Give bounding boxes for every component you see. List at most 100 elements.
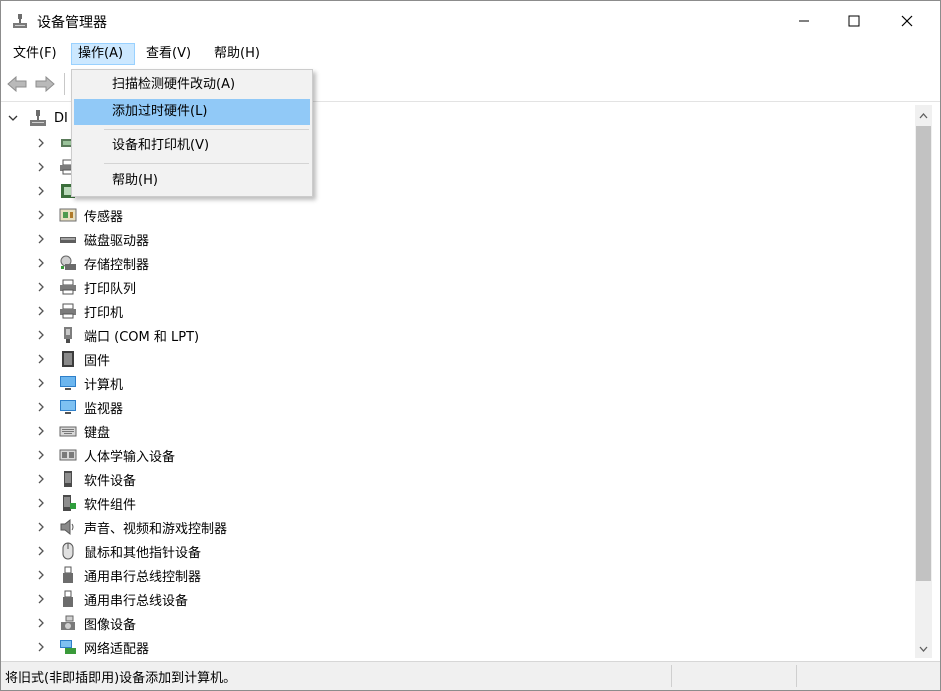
tree-item[interactable]: 磁盘驱动器 xyxy=(33,227,149,251)
chevron-right-icon[interactable] xyxy=(33,447,49,463)
menu-file[interactable]: 文件(F) xyxy=(7,43,63,65)
menu-view[interactable]: 查看(V) xyxy=(140,43,197,65)
chevron-right-icon[interactable] xyxy=(33,183,49,199)
menu-bar: 文件(F) 操作(A) 查看(V) 帮助(H) xyxy=(1,41,940,67)
chevron-right-icon[interactable] xyxy=(33,327,49,343)
tree-item-label: 鼠标和其他指针设备 xyxy=(84,542,201,561)
chevron-right-icon[interactable] xyxy=(33,543,49,559)
tree-item[interactable]: 打印机 xyxy=(33,299,123,323)
vertical-scrollbar[interactable] xyxy=(915,105,932,658)
software-device-icon xyxy=(59,470,77,488)
title-bar: 设备管理器 xyxy=(1,1,940,41)
tree-item-label: 存储控制器 xyxy=(84,254,149,273)
back-arrow-icon xyxy=(7,76,27,92)
print-queue-icon xyxy=(59,278,77,296)
tree-item[interactable]: 软件组件 xyxy=(33,491,136,515)
chevron-right-icon[interactable] xyxy=(33,231,49,247)
tree-item[interactable]: 存储控制器 xyxy=(33,251,149,275)
tree-item[interactable]: 声音、视频和游戏控制器 xyxy=(33,515,227,539)
scroll-down-icon xyxy=(919,646,928,652)
chevron-right-icon[interactable] xyxy=(33,279,49,295)
maximize-button[interactable] xyxy=(831,1,877,41)
tree-item[interactable]: 监视器 xyxy=(33,395,123,419)
forward-arrow-icon xyxy=(35,76,55,92)
hid-icon xyxy=(59,446,77,464)
back-button[interactable] xyxy=(6,73,28,95)
tree-item[interactable]: 固件 xyxy=(33,347,110,371)
chevron-right-icon[interactable] xyxy=(33,639,49,655)
status-divider xyxy=(796,665,797,687)
monitor-icon xyxy=(59,398,77,416)
tree-item[interactable]: 人体学输入设备 xyxy=(33,443,175,467)
chevron-right-icon[interactable] xyxy=(33,591,49,607)
tree-item-label: 打印机 xyxy=(84,302,123,321)
tree-item-label: 键盘 xyxy=(84,422,110,441)
tree-root-computer[interactable]: DI xyxy=(5,107,68,129)
chevron-right-icon[interactable] xyxy=(33,567,49,583)
device-manager-window: 设备管理器 文件(F) 操作(A) 查看(V) 帮助(H) xyxy=(0,0,941,691)
tree-item[interactable]: 通用串行总线控制器 xyxy=(33,563,201,587)
chevron-right-icon[interactable] xyxy=(33,471,49,487)
chevron-right-icon[interactable] xyxy=(33,615,49,631)
menu-help[interactable]: 帮助(H) xyxy=(208,43,266,65)
tree-item[interactable]: 传感器 xyxy=(33,203,123,227)
close-button[interactable] xyxy=(884,1,930,41)
tree-item-label: 网络适配器 xyxy=(84,638,149,657)
chevron-right-icon[interactable] xyxy=(33,423,49,439)
tree-item[interactable]: 端口 (COM 和 LPT) xyxy=(33,323,199,347)
port-icon xyxy=(59,326,77,344)
chevron-right-icon[interactable] xyxy=(33,519,49,535)
scroll-thumb[interactable] xyxy=(916,126,931,581)
tree-item[interactable]: 键盘 xyxy=(33,419,110,443)
minimize-button[interactable] xyxy=(781,1,827,41)
menu-item-devices-and-printers[interactable]: 设备和打印机(V) xyxy=(74,133,310,159)
tree-item-label: 端口 (COM 和 LPT) xyxy=(84,326,199,345)
computer-icon xyxy=(59,374,77,392)
chevron-right-icon[interactable] xyxy=(33,351,49,367)
minimize-icon xyxy=(798,15,810,27)
chevron-right-icon[interactable] xyxy=(33,495,49,511)
status-divider xyxy=(671,665,672,687)
firmware-icon xyxy=(59,350,77,368)
device-manager-icon xyxy=(12,13,28,29)
tree-item-label: 传感器 xyxy=(84,206,123,225)
menu-item-add-legacy-hardware[interactable]: 添加过时硬件(L) xyxy=(74,99,310,125)
menu-action[interactable]: 操作(A) xyxy=(71,43,135,65)
tree-item-label: 图像设备 xyxy=(84,614,136,633)
toolbar-separator xyxy=(64,73,65,95)
chevron-right-icon[interactable] xyxy=(33,255,49,271)
menu-item-scan-hardware[interactable]: 扫描检测硬件改动(A) xyxy=(74,72,310,98)
chevron-down-icon[interactable] xyxy=(5,110,21,126)
tree-item-label: 通用串行总线设备 xyxy=(84,590,188,609)
usb-icon xyxy=(59,566,77,584)
scroll-down-button[interactable] xyxy=(915,640,932,657)
tree-item[interactable]: 鼠标和其他指针设备 xyxy=(33,539,201,563)
tree-item-label: 软件组件 xyxy=(84,494,136,513)
tree-item[interactable]: 通用串行总线设备 xyxy=(33,587,188,611)
maximize-icon xyxy=(848,15,860,27)
storage-controller-icon xyxy=(59,254,77,272)
chevron-right-icon[interactable] xyxy=(33,159,49,175)
sound-icon xyxy=(59,518,77,536)
chevron-right-icon[interactable] xyxy=(33,303,49,319)
menu-item-help[interactable]: 帮助(H) xyxy=(74,168,310,194)
mouse-icon xyxy=(59,542,77,560)
sensor-icon xyxy=(59,206,77,224)
tree-item[interactable]: 图像设备 xyxy=(33,611,136,635)
tree-item[interactable]: 网络适配器 xyxy=(33,635,149,658)
tree-item-label: 监视器 xyxy=(84,398,123,417)
tree-item[interactable]: 计算机 xyxy=(33,371,123,395)
chevron-right-icon[interactable] xyxy=(33,375,49,391)
tree-item-label: 计算机 xyxy=(84,374,123,393)
chevron-right-icon[interactable] xyxy=(33,399,49,415)
disk-drive-icon xyxy=(59,230,77,248)
chevron-right-icon[interactable] xyxy=(33,135,49,151)
scroll-up-button[interactable] xyxy=(915,107,932,124)
tree-item[interactable]: 打印队列 xyxy=(33,275,136,299)
tree-item[interactable]: 软件设备 xyxy=(33,467,136,491)
forward-button[interactable] xyxy=(34,73,56,95)
tree-item-label: 软件设备 xyxy=(84,470,136,489)
chevron-right-icon[interactable] xyxy=(33,207,49,223)
printer-icon xyxy=(59,302,77,320)
software-component-icon xyxy=(59,494,77,512)
